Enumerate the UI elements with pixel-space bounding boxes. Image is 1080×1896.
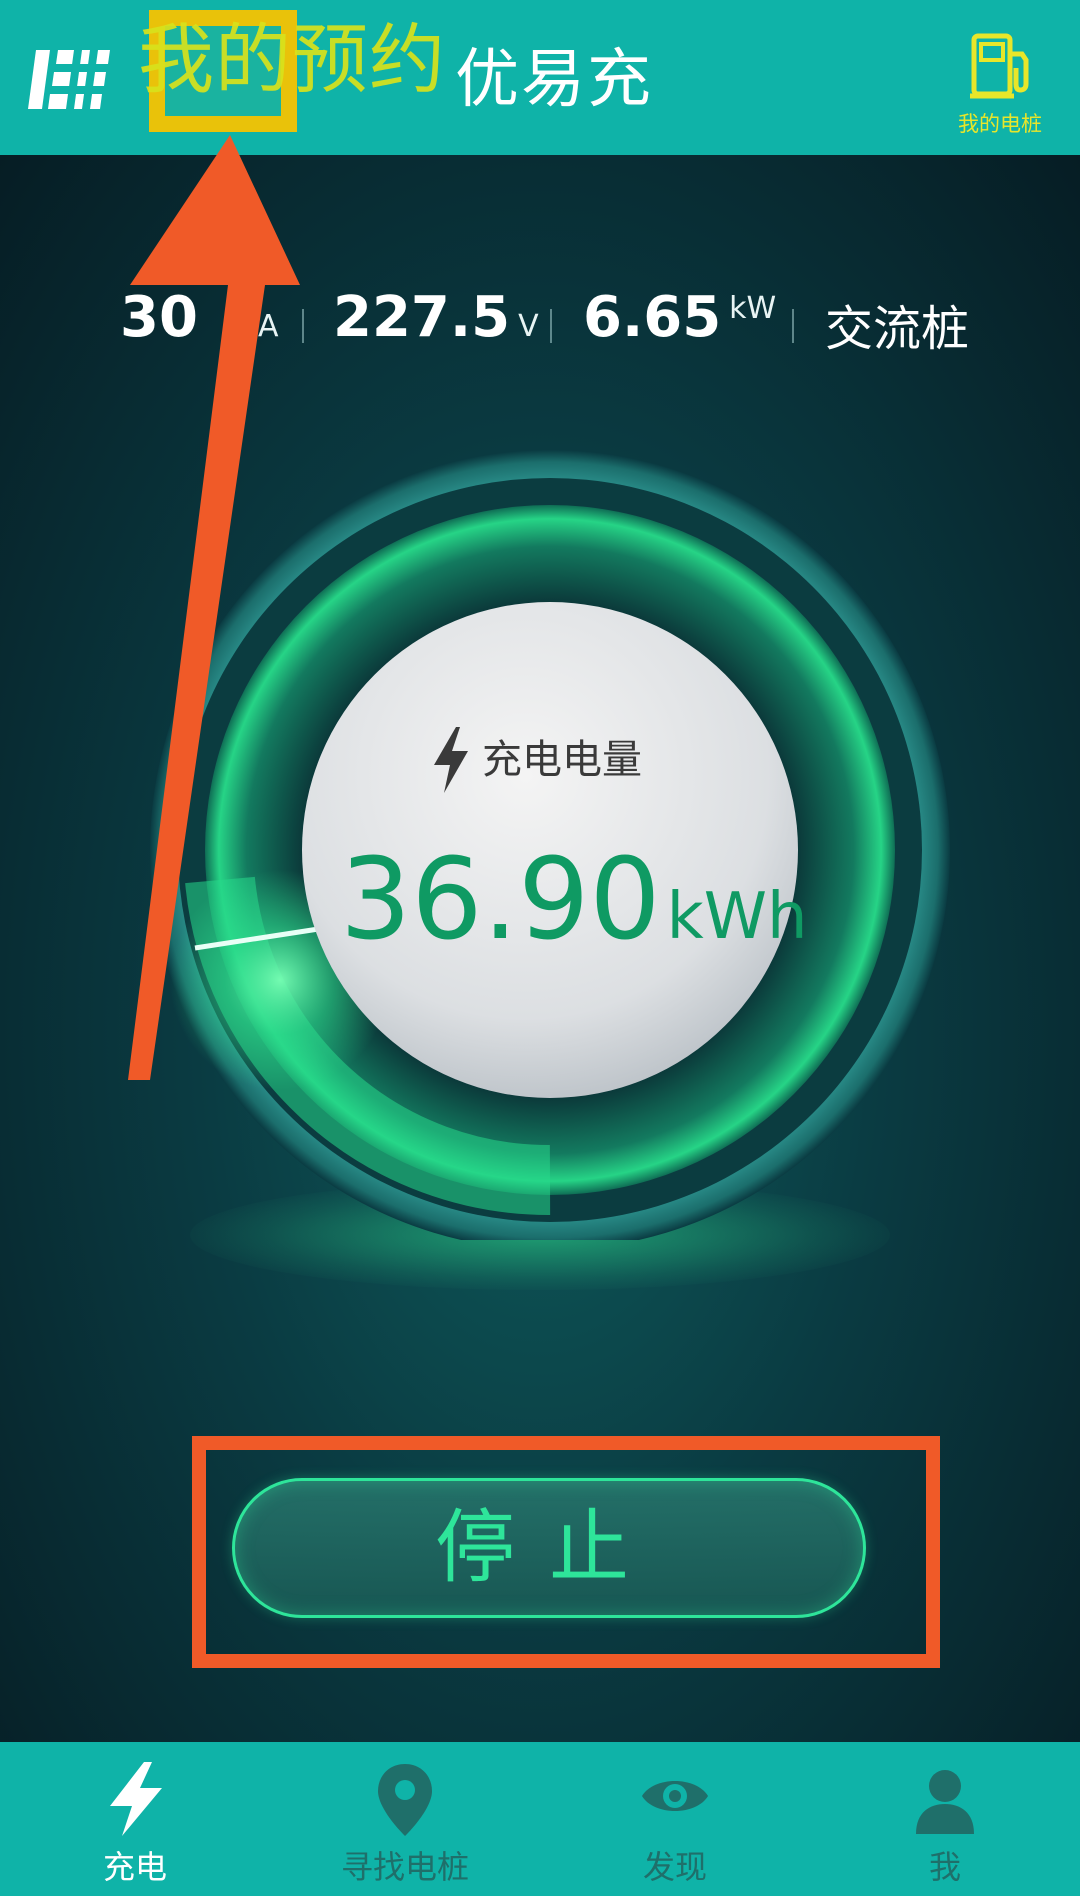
voltage-unit: V: [518, 309, 539, 344]
fuel-pump-icon: [970, 33, 1029, 99]
nav-item-charge[interactable]: 充电: [0, 1742, 270, 1896]
stop-button[interactable]: 停止: [232, 1478, 866, 1618]
nav-item-discover[interactable]: 发现: [540, 1742, 810, 1896]
bottom-nav: 充电 寻找电桩 发现 我: [0, 1742, 1080, 1896]
nav-label: 发现: [642, 1848, 707, 1886]
my-station-label: 我的电桩: [958, 112, 1042, 136]
my-station-button[interactable]: 我的电桩: [930, 30, 1070, 140]
gauge-label-text: 充电电量: [482, 737, 642, 783]
power-unit: kW: [729, 291, 777, 326]
energy-value: 36.90: [340, 835, 661, 965]
annotation-arrow: [128, 135, 300, 1080]
eye-icon: [642, 1781, 708, 1811]
nav-item-find-station[interactable]: 寻找电桩: [270, 1742, 540, 1896]
energy-unit: kWh: [666, 880, 808, 954]
station-type-label: 交流桩: [825, 301, 970, 357]
voltage-value: 227.5: [333, 285, 511, 350]
divider: [792, 309, 794, 343]
my-reservation-overlay-text[interactable]: 我的预约: [138, 18, 446, 102]
divider: [550, 309, 552, 343]
nav-label: 寻找电桩: [340, 1848, 469, 1886]
user-icon: [916, 1770, 974, 1834]
nav-item-me[interactable]: 我: [810, 1742, 1080, 1896]
voltage-stat: 227.5 V: [333, 285, 539, 350]
location-pin-icon: [378, 1764, 432, 1836]
app-title: 优易充: [455, 43, 653, 117]
gauge-label: 充电电量: [430, 725, 642, 795]
lightning-icon: [110, 1762, 162, 1836]
lightning-icon: [434, 727, 468, 793]
nav-label: 我: [928, 1848, 961, 1886]
nav-label: 充电: [102, 1848, 167, 1886]
gauge-value: 36.90kWh: [340, 840, 808, 960]
power-stat: 6.65 kW: [583, 285, 776, 350]
power-value: 6.65: [583, 285, 722, 350]
grid-logo-icon[interactable]: [28, 42, 110, 117]
